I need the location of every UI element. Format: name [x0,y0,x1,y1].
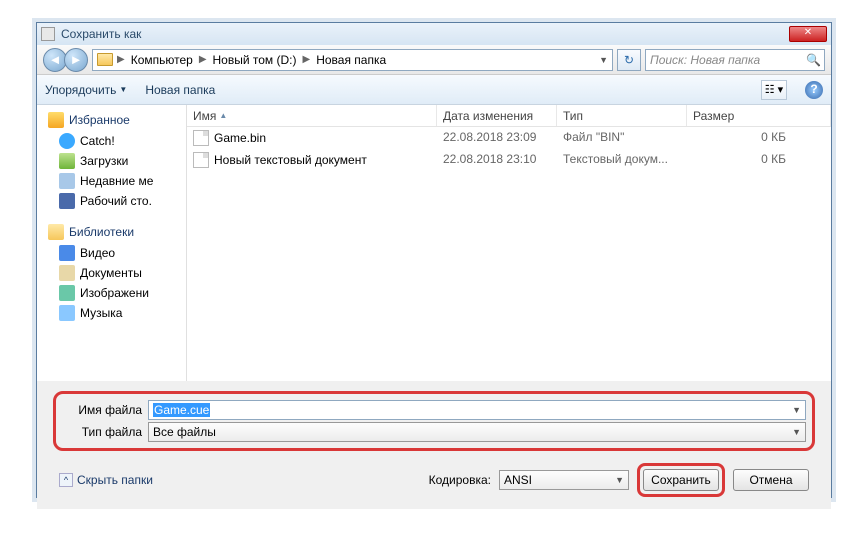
address-bar[interactable]: ▶ Компьютер ▶ Новый том (D:) ▶ Новая пап… [92,49,613,71]
sidebar-item-downloads[interactable]: Загрузки [37,151,186,171]
close-button[interactable]: ✕ [789,26,827,42]
filetype-select[interactable]: Все файлы ▼ [148,422,806,442]
toolbar: Упорядочить ▼ Новая папка ☷ ▾ ? [37,75,831,105]
organize-button[interactable]: Упорядочить ▼ [45,83,127,97]
address-dropdown-icon[interactable]: ▼ [599,55,608,65]
view-options-button[interactable]: ☷ ▾ [761,80,787,100]
file-icon [193,130,209,146]
sidebar-item-documents[interactable]: Документы [37,263,186,283]
documents-icon [59,265,75,281]
breadcrumb-computer[interactable]: Компьютер [129,53,195,67]
cancel-button[interactable]: Отмена [733,469,809,491]
chevron-down-icon: ▼ [615,475,624,485]
navigation-sidebar: Избранное Catch! Загрузки Недавние ме Ра… [37,105,187,381]
recent-icon [59,173,75,189]
dialog-icon [41,27,55,41]
breadcrumb-volume[interactable]: Новый том (D:) [211,53,299,67]
search-placeholder: Поиск: Новая папка [650,53,760,67]
encoding-select[interactable]: ANSI ▼ [499,470,629,490]
chevron-up-icon: ^ [59,473,73,487]
column-type[interactable]: Тип [557,105,687,126]
filetype-label: Тип файла [62,425,142,439]
dialog-title: Сохранить как [61,27,783,41]
help-button[interactable]: ? [805,81,823,99]
column-size[interactable]: Размер [687,105,831,126]
filename-label: Имя файла [62,403,142,417]
navigation-bar: ◄ ► ▶ Компьютер ▶ Новый том (D:) ▶ Новая… [37,45,831,75]
hide-folders-button[interactable]: ^ Скрыть папки [59,473,153,487]
star-icon [48,112,64,128]
file-row[interactable]: Game.bin 22.08.2018 23:09 Файл "BIN" 0 К… [187,127,831,149]
search-icon: 🔍 [806,53,820,67]
column-date[interactable]: Дата изменения [437,105,557,126]
sidebar-favorites-header[interactable]: Избранное [37,109,186,131]
save-as-dialog: Сохранить как ✕ ◄ ► ▶ Компьютер ▶ Новый … [36,22,832,498]
sidebar-item-video[interactable]: Видео [37,243,186,263]
titlebar[interactable]: Сохранить как ✕ [37,23,831,45]
nav-forward-button[interactable]: ► [64,48,88,72]
library-icon [48,224,64,240]
column-name[interactable]: Имя▲ [187,105,437,126]
search-input[interactable]: Поиск: Новая папка 🔍 [645,49,825,71]
sidebar-item-images[interactable]: Изображени [37,283,186,303]
desktop-icon [59,193,75,209]
chevron-down-icon[interactable]: ▼ [792,405,801,415]
sort-indicator-icon: ▲ [219,111,227,120]
chevron-right-icon: ▶ [199,54,207,65]
sidebar-item-desktop[interactable]: Рабочий сто. [37,191,186,211]
refresh-button[interactable]: ↻ [617,49,641,71]
breadcrumb-folder[interactable]: Новая папка [314,53,388,67]
filename-value: Game.cue [153,403,210,417]
folder-icon [97,53,113,66]
downloads-icon [59,153,75,169]
chevron-right-icon: ▶ [303,54,311,65]
chevron-right-icon: ▶ [117,54,125,65]
new-folder-button[interactable]: Новая папка [145,83,215,97]
music-icon [59,305,75,321]
highlight-annotation: Сохранить [637,463,725,497]
video-icon [59,245,75,261]
sidebar-libraries-header[interactable]: Библиотеки [37,221,186,243]
images-icon [59,285,75,301]
sidebar-item-recent[interactable]: Недавние ме [37,171,186,191]
column-headers: Имя▲ Дата изменения Тип Размер [187,105,831,127]
filename-input[interactable]: Game.cue ▼ [148,400,806,420]
sidebar-item-catch[interactable]: Catch! [37,131,186,151]
dialog-footer: Имя файла Game.cue ▼ Тип файла Все файлы… [37,381,831,509]
encoding-label: Кодировка: [429,473,491,487]
file-icon [193,152,209,168]
chevron-down-icon: ▼ [792,427,801,437]
save-button[interactable]: Сохранить [643,469,719,491]
catch-icon [59,133,75,149]
file-row[interactable]: Новый текстовый документ 22.08.2018 23:1… [187,149,831,171]
sidebar-item-music[interactable]: Музыка [37,303,186,323]
highlight-annotation: Имя файла Game.cue ▼ Тип файла Все файлы… [53,391,815,451]
file-list-pane: Имя▲ Дата изменения Тип Размер Game.bin … [187,105,831,381]
chevron-down-icon: ▼ [119,85,127,94]
